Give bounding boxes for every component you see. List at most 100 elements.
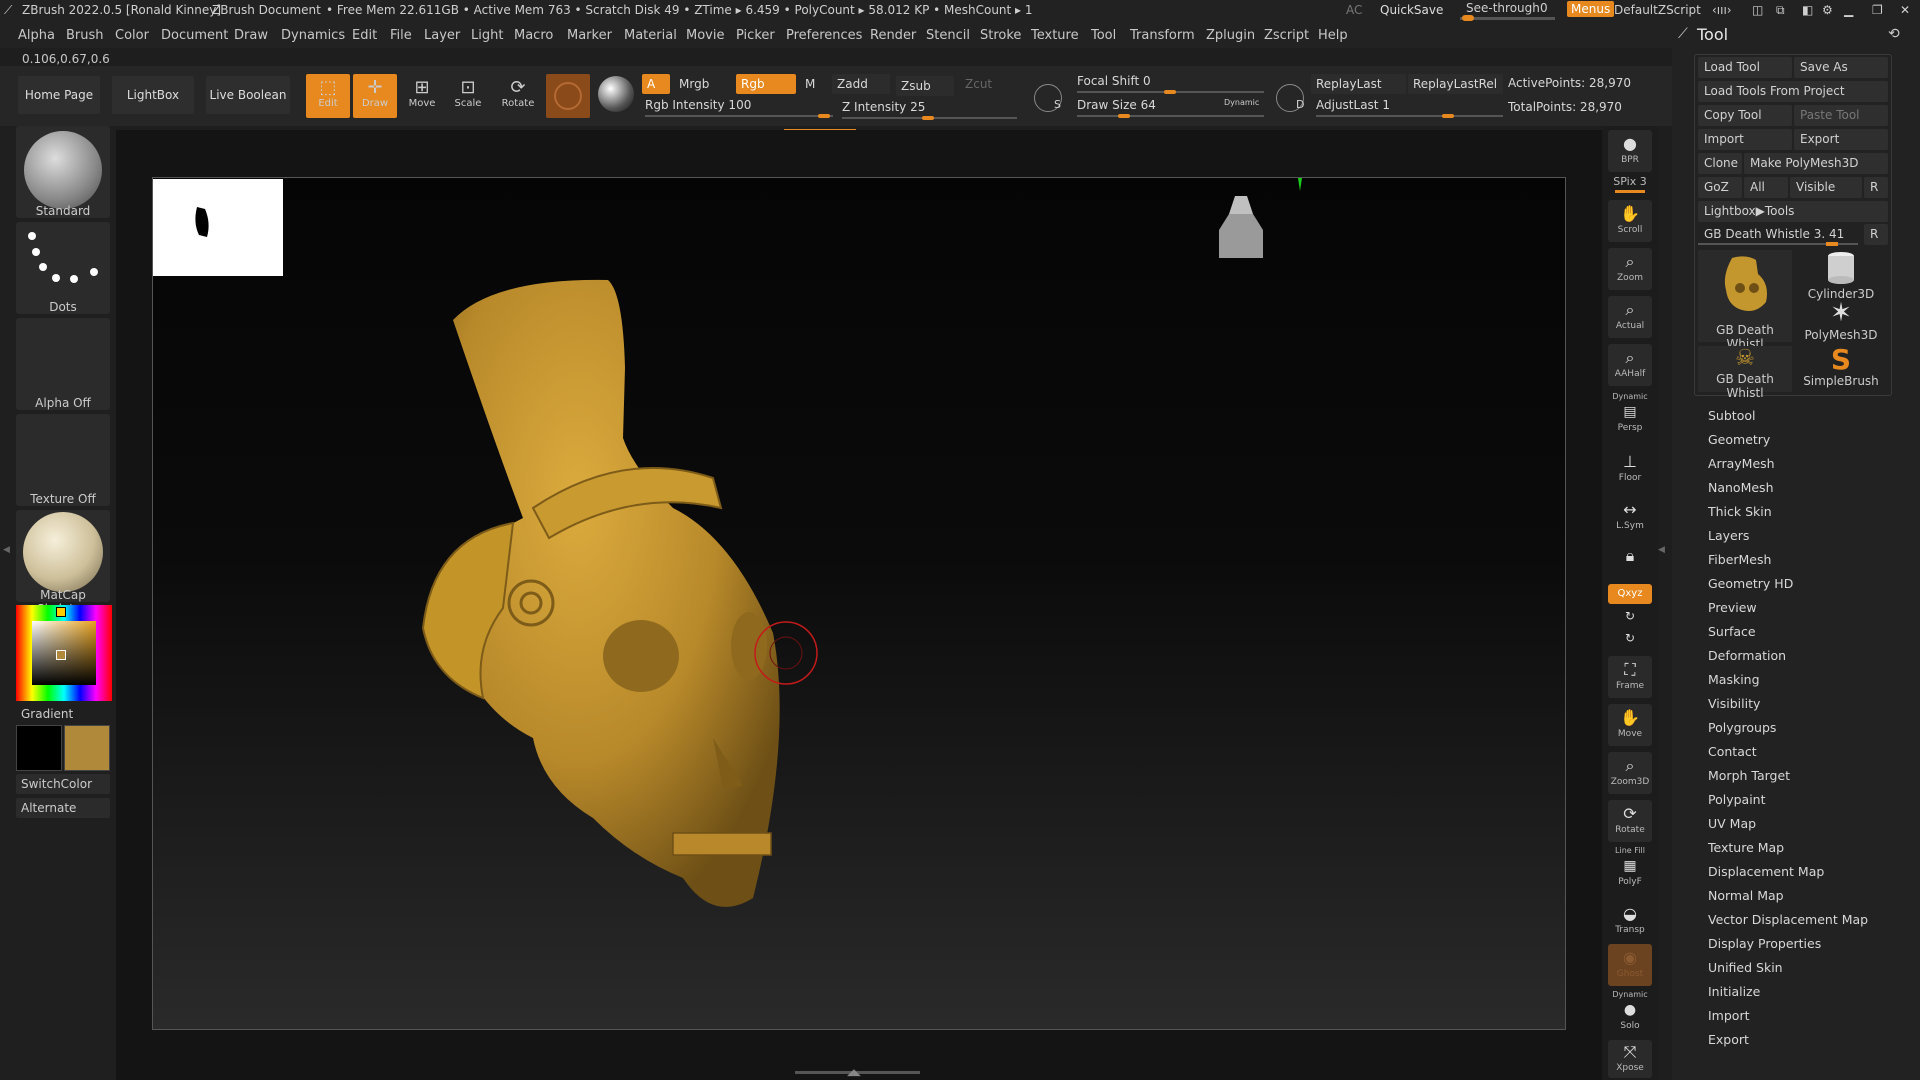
menu-light[interactable]: Light [471,28,503,43]
menu-stencil[interactable]: Stencil [926,28,970,43]
saturation-marker[interactable] [56,650,66,660]
section-layers[interactable]: Layers [1708,528,1749,543]
section-displacement-map[interactable]: Displacement Map [1708,864,1824,879]
draw-size-knob[interactable] [1118,114,1130,118]
rgb-intensity-knob[interactable] [818,114,830,118]
m-toggle[interactable]: M [800,74,824,94]
menu-transform[interactable]: Transform [1130,28,1195,43]
section-preview[interactable]: Preview [1708,600,1757,615]
xpose-button[interactable]: ⤧ Xpose [1608,1040,1652,1078]
rgb-toggle[interactable]: Rgb [736,74,796,94]
move-mode-button[interactable]: ⊞ Move [400,74,444,118]
menu-file[interactable]: File [390,28,412,43]
draw-size-slider[interactable] [1077,115,1264,117]
zoom3d-button[interactable]: ⌕ Zoom3D [1608,752,1652,794]
menu-stroke[interactable]: Stroke [980,28,1021,43]
main-color-swatch[interactable] [64,725,110,771]
goz-all-button[interactable]: All [1744,177,1788,198]
switchcolor-button[interactable]: SwitchColor [16,774,110,794]
menu-document[interactable]: Document [161,28,228,43]
gizmo-axes[interactable] [1266,178,1306,191]
gradient-label[interactable]: Gradient [16,707,110,721]
color-picker[interactable] [16,605,112,701]
tool-thumb-simplebrush[interactable]: S SimpleBrush [1794,346,1888,392]
navigation-cube-icon[interactable] [1219,196,1263,258]
section-fibermesh[interactable]: FiberMesh [1708,552,1771,567]
adjust-last-knob[interactable] [1442,114,1454,118]
app-logo-icon[interactable]: ⟋ [4,3,12,18]
half-window-icon[interactable]: ◧ [1802,3,1813,17]
zadd-toggle[interactable]: Zadd [832,74,890,94]
section-masking[interactable]: Masking [1708,672,1760,687]
close-icon[interactable]: ✕ [1900,3,1910,17]
expand-arrows-icon[interactable]: ◢◣ [847,1068,861,1078]
palette-icon[interactable]: ◫ [1752,3,1763,17]
menu-dynamics[interactable]: Dynamics [281,28,345,43]
clone-button[interactable]: Clone [1698,153,1742,174]
material-swatch-button[interactable] [546,74,590,118]
edit-mode-button[interactable]: ⬚ Edit [306,74,350,118]
tool-thumb-gb-death-whistle-2[interactable]: ☠ GB Death Whistl [1698,346,1792,400]
transp-button[interactable]: ◒ Transp [1608,900,1652,942]
bpr-button[interactable]: ● BPR [1608,130,1652,172]
section-arraymesh[interactable]: ArrayMesh [1708,456,1775,471]
lock-button[interactable]: 🔒︎ [1608,542,1652,584]
frame-button[interactable]: ⛶ Frame [1608,656,1652,698]
section-subtool[interactable]: Subtool [1708,408,1755,423]
solo-button[interactable]: Dynamic ● Solo [1608,990,1652,1032]
shading-sphere-icon[interactable] [598,76,634,112]
live-boolean-button[interactable]: Live Boolean [206,76,290,114]
tool-slider-r-button[interactable]: R [1864,224,1888,245]
menu-zscript[interactable]: Zscript [1264,28,1309,43]
section-thick-skin[interactable]: Thick Skin [1708,504,1772,519]
menu-picker[interactable]: Picker [736,28,775,43]
bottom-shelf-handle[interactable]: ◢◣ [795,1068,920,1078]
document-canvas[interactable] [152,177,1566,1030]
menus-toggle-button[interactable]: Menus [1567,1,1615,17]
move-view-button[interactable]: ✋ Move [1608,704,1652,746]
current-tool-knob[interactable] [1826,242,1838,246]
section-normal-map[interactable]: Normal Map [1708,888,1784,903]
floor-button[interactable]: ⊥ Floor [1608,448,1652,490]
zcut-toggle[interactable]: Zcut [960,74,1018,94]
load-tools-from-project-button[interactable]: Load Tools From Project [1698,81,1888,102]
dynamic-toggle[interactable]: Dynamic [1224,98,1259,107]
menu-color[interactable]: Color [115,28,149,43]
right-tray-collapse-icon[interactable]: ◀ [1658,545,1665,555]
import-button[interactable]: Import [1698,129,1792,150]
menu-tool[interactable]: Tool [1091,28,1116,43]
left-tray-collapse-icon[interactable]: ◀ [3,545,10,555]
section-uv-map[interactable]: UV Map [1708,816,1756,831]
menu-help[interactable]: Help [1318,28,1348,43]
mrgb-toggle[interactable]: Mrgb [674,74,734,94]
secondary-color-swatch[interactable] [16,725,62,771]
section-vector-displacement-map[interactable]: Vector Displacement Map [1708,912,1868,927]
z-intensity-knob[interactable] [922,116,934,120]
menu-edit[interactable]: Edit [352,28,377,43]
hue-marker[interactable] [56,607,66,617]
section-surface[interactable]: Surface [1708,624,1756,639]
quicksave-button[interactable]: QuickSave [1380,3,1443,17]
polyf-button[interactable]: Line Fill ▦ PolyF [1608,846,1652,888]
section-visibility[interactable]: Visibility [1708,696,1760,711]
scroll-button[interactable]: ✋ Scroll [1608,200,1652,242]
alternate-button[interactable]: Alternate [16,798,110,818]
menu-brush[interactable]: Brush [66,28,104,43]
ghost-button[interactable]: ◉ Ghost [1608,944,1652,986]
section-geometry-hd[interactable]: Geometry HD [1708,576,1793,591]
tool-thumb-cylinder3d[interactable]: Cylinder3D [1794,250,1888,301]
scale-mode-button[interactable]: ⊡ Scale [446,74,490,118]
seethrough-slider[interactable] [1460,17,1555,20]
tool-palette-title[interactable]: Tool [1697,25,1728,44]
menu-layer[interactable]: Layer [424,28,460,43]
section-display-properties[interactable]: Display Properties [1708,936,1821,951]
menu-movie[interactable]: Movie [686,28,724,43]
minimize-icon[interactable]: ▁ [1844,3,1853,17]
rotate-view-button[interactable]: ⟳ Rotate [1608,800,1652,842]
lsym-button[interactable]: ↔ L.Sym [1608,496,1652,538]
menu-render[interactable]: Render [870,28,916,43]
replay-last-rel-button[interactable]: ReplayLastRel [1408,74,1503,94]
save-as-button[interactable]: Save As [1794,57,1888,78]
section-polypaint[interactable]: Polypaint [1708,792,1766,807]
restore-icon[interactable]: ❐ [1872,3,1883,17]
